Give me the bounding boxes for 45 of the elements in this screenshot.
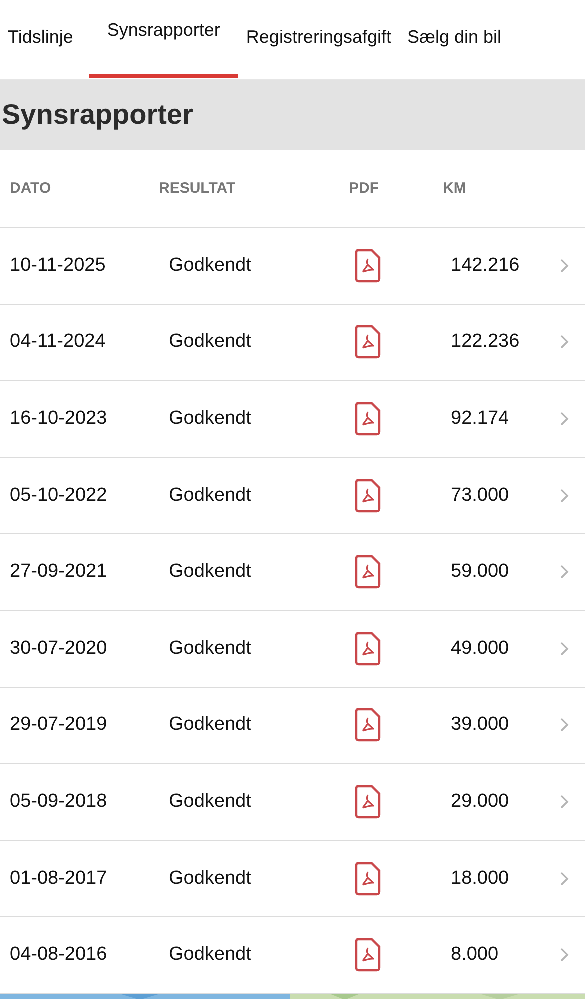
column-header: RESULTAT <box>159 180 237 197</box>
pdf-file-icon[interactable] <box>354 632 382 666</box>
result-cell-text: Godkendt <box>168 790 252 813</box>
result-cell-text: Godkendt <box>168 638 252 660</box>
km-cell-text: 49.000 <box>450 638 510 660</box>
km-cell-text: 59.000 <box>450 561 510 584</box>
result-cell-text: Godkendt <box>168 254 252 277</box>
date-cell-text: 10-11-2025 <box>9 254 107 277</box>
column-header: PDF <box>349 180 380 197</box>
column-header: DATO <box>9 180 52 197</box>
km-cell-text: 18.000 <box>450 868 510 890</box>
date-cell-text: 04-11-2024 <box>9 331 107 354</box>
result-cell-text: Godkendt <box>168 944 252 966</box>
date-cell-text: 05-09-2018 <box>9 790 108 813</box>
km-cell-text: 8.000 <box>450 944 500 966</box>
date-cell-text: 05-10-2022 <box>9 484 108 507</box>
column-header: KM <box>443 180 468 197</box>
date-cell-text: 30-07-2020 <box>9 638 108 660</box>
km-cell-text: 122.236 <box>450 331 521 354</box>
km-cell-text: 142.216 <box>450 254 521 277</box>
date-cell-text: 04-08-2016 <box>9 944 108 966</box>
pdf-file-icon[interactable] <box>354 862 382 896</box>
result-cell-text: Godkendt <box>168 484 252 507</box>
km-cell-text: 39.000 <box>450 714 510 736</box>
pdf-file-icon[interactable] <box>354 478 382 513</box>
km-cell-text: 29.000 <box>450 790 510 813</box>
result-cell-text: Godkendt <box>168 331 252 354</box>
pdf-file-icon[interactable] <box>354 555 382 590</box>
pdf-file-icon[interactable] <box>354 325 382 360</box>
result-cell-text: Godkendt <box>168 868 252 890</box>
result-cell-text: Godkendt <box>168 408 252 430</box>
date-cell-text: 01-08-2017 <box>9 868 108 890</box>
pdf-file-icon[interactable] <box>354 938 382 972</box>
pdf-file-icon[interactable] <box>354 708 382 742</box>
date-cell-text: 27-09-2021 <box>9 561 108 584</box>
pdf-file-icon[interactable] <box>354 402 382 436</box>
section-title: Synsrapporter <box>1 99 194 131</box>
date-cell-text: 16-10-2023 <box>9 408 108 430</box>
pdf-file-icon[interactable] <box>354 784 382 819</box>
result-cell-text: Godkendt <box>168 561 252 584</box>
result-cell-text: Godkendt <box>168 714 252 736</box>
date-cell-text: 29-07-2019 <box>9 714 108 736</box>
km-cell-text: 73.000 <box>450 484 510 507</box>
km-cell-text: 92.174 <box>450 408 510 430</box>
pdf-file-icon[interactable] <box>354 248 382 283</box>
